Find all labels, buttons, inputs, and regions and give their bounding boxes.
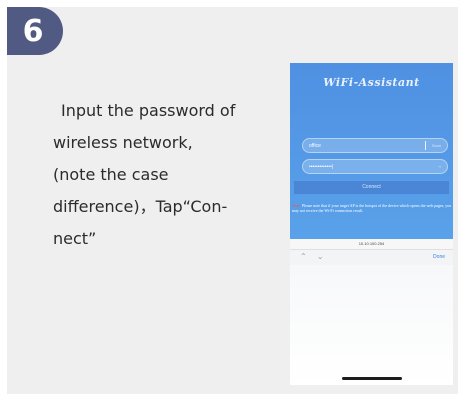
password-field[interactable]: •••••••••••••| ⊸ <box>302 159 448 174</box>
instruction-line-5: nect” <box>53 229 97 248</box>
keyboard-area[interactable] <box>290 265 453 385</box>
badge-shadow <box>55 10 71 52</box>
instruction-text: Input the password of wireless network, … <box>53 95 268 255</box>
ssid-value: office <box>309 142 321 149</box>
field-separator <box>424 141 426 150</box>
password-value: •••••••••••••| <box>309 163 334 170</box>
instruction-line-4: difference)，Tap“Con- <box>53 197 228 216</box>
instruction-line-3: (note the case <box>53 165 169 184</box>
phone-screenshot: WiFi-Assistant office Scan •••••••••••••… <box>290 63 453 385</box>
instruction-card: 6 Input the password of wireless network… <box>7 7 458 394</box>
prev-next-arrows-icon[interactable]: ⌃ ⌄ <box>300 252 328 261</box>
connect-button[interactable]: Connect <box>294 181 449 194</box>
step-number-badge: 6 <box>7 7 71 55</box>
step-number: 6 <box>22 13 44 49</box>
ssid-field[interactable]: office Scan <box>302 138 448 153</box>
scan-button[interactable]: Scan <box>432 143 441 148</box>
note-text: Note: Please note that if your target AP… <box>292 203 452 213</box>
home-indicator <box>342 377 402 380</box>
app-title: WiFi-Assistant <box>323 76 420 89</box>
instruction-line-2: wireless network, <box>53 133 193 152</box>
url-bar: 10.10.100.254 <box>290 239 453 249</box>
keyboard-toolbar: ⌃ ⌄ Done <box>290 249 453 265</box>
done-button[interactable]: Done <box>433 254 445 260</box>
note-body: Please note that if your target AP is th… <box>292 203 452 213</box>
eye-icon[interactable]: ⊸ <box>438 164 441 169</box>
instruction-line-1: Input the password of <box>61 101 236 120</box>
